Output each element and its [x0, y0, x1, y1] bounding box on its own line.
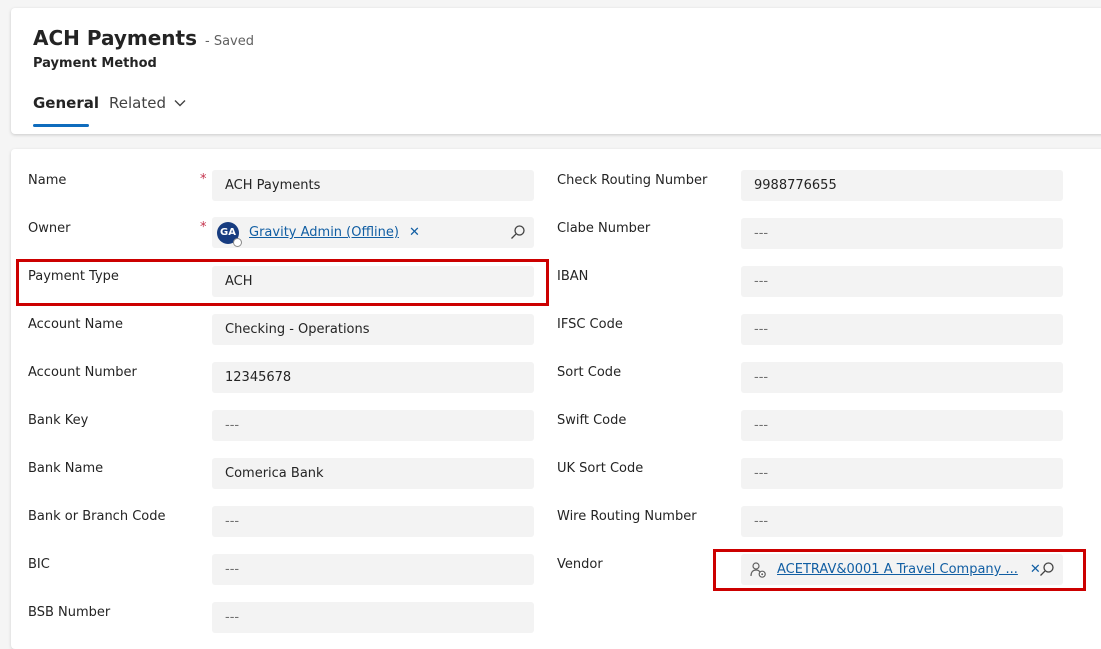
owner-link[interactable]: Gravity Admin (Offline)	[249, 225, 399, 240]
account-name-value: Checking - Operations	[225, 322, 370, 337]
swift-code-field[interactable]: ---	[741, 410, 1063, 441]
required-marker: *	[200, 220, 207, 235]
save-status: - Saved	[205, 34, 255, 49]
iban-label: IBAN	[557, 269, 589, 284]
uk-sort-code-label: UK Sort Code	[557, 461, 644, 476]
bank-key-label: Bank Key	[28, 413, 89, 428]
uk-sort-code-value: ---	[754, 466, 769, 481]
bsb-number-field[interactable]: ---	[212, 602, 534, 633]
account-name-label: Account Name	[28, 317, 123, 332]
uk-sort-code-field[interactable]: ---	[741, 458, 1063, 489]
sort-code-field[interactable]: ---	[741, 362, 1063, 393]
bank-name-label: Bank Name	[28, 461, 104, 476]
ifsc-value: ---	[754, 322, 769, 337]
iban-value: ---	[754, 274, 769, 289]
account-number-field[interactable]: 12345678	[212, 362, 534, 393]
iban-field[interactable]: ---	[741, 266, 1063, 297]
tab-general[interactable]: General	[33, 94, 99, 112]
tab-related[interactable]: Related	[109, 94, 186, 112]
check-routing-field[interactable]: 9988776655	[741, 170, 1063, 201]
check-routing-value: 9988776655	[754, 178, 837, 193]
name-field[interactable]: ACH Payments	[212, 170, 534, 201]
record-title: ACH Payments	[33, 26, 198, 50]
bank-branch-code-field[interactable]: ---	[212, 506, 534, 537]
bic-value: ---	[225, 562, 240, 577]
close-icon[interactable]: ✕	[409, 225, 420, 240]
sort-code-label: Sort Code	[557, 365, 622, 380]
bic-field[interactable]: ---	[212, 554, 534, 585]
owner-label: Owner	[28, 221, 71, 236]
payment-type-highlight	[16, 259, 549, 306]
ifsc-field[interactable]: ---	[741, 314, 1063, 345]
ifsc-label: IFSC Code	[557, 317, 623, 332]
entity-name: Payment Method	[33, 56, 157, 71]
account-number-label: Account Number	[28, 365, 137, 380]
wire-routing-label: Wire Routing Number	[557, 509, 697, 524]
owner-lookup-field[interactable]: GA Gravity Admin (Offline) ✕	[212, 217, 534, 248]
bank-key-value: ---	[225, 418, 240, 433]
vendor-highlight	[713, 549, 1086, 591]
bic-label: BIC	[28, 557, 50, 572]
tab-general-label: General	[33, 94, 99, 112]
check-routing-label: Check Routing Number	[557, 173, 708, 188]
required-marker: *	[200, 172, 207, 187]
swift-code-value: ---	[754, 418, 769, 433]
title-row: ACH Payments - Saved	[33, 26, 254, 50]
clabe-field[interactable]: ---	[741, 218, 1063, 249]
bank-branch-code-value: ---	[225, 514, 240, 529]
bank-name-value: Comerica Bank	[225, 466, 324, 481]
clabe-value: ---	[754, 226, 769, 241]
name-label: Name	[28, 173, 67, 188]
account-name-field[interactable]: Checking - Operations	[212, 314, 534, 345]
swift-code-label: Swift Code	[557, 413, 627, 428]
sort-code-value: ---	[754, 370, 769, 385]
presence-offline-icon	[233, 237, 242, 247]
bank-key-field[interactable]: ---	[212, 410, 534, 441]
tab-related-label: Related	[109, 94, 166, 112]
wire-routing-value: ---	[754, 514, 769, 529]
clabe-label: Clabe Number	[557, 221, 651, 236]
bsb-number-label: BSB Number	[28, 605, 111, 620]
search-icon[interactable]	[510, 224, 526, 240]
vendor-label: Vendor	[557, 557, 603, 572]
avatar: GA	[217, 221, 242, 247]
avatar-initials: GA	[220, 227, 236, 238]
account-number-value: 12345678	[225, 370, 292, 385]
bsb-number-value: ---	[225, 610, 240, 625]
wire-routing-field[interactable]: ---	[741, 506, 1063, 537]
bank-branch-code-label: Bank or Branch Code	[28, 509, 166, 524]
chevron-down-icon	[174, 100, 186, 107]
name-value: ACH Payments	[225, 178, 321, 193]
form-header: ACH Payments - Saved Payment Method Gene…	[11, 8, 1101, 134]
bank-name-field[interactable]: Comerica Bank	[212, 458, 534, 489]
active-tab-indicator	[33, 124, 89, 127]
